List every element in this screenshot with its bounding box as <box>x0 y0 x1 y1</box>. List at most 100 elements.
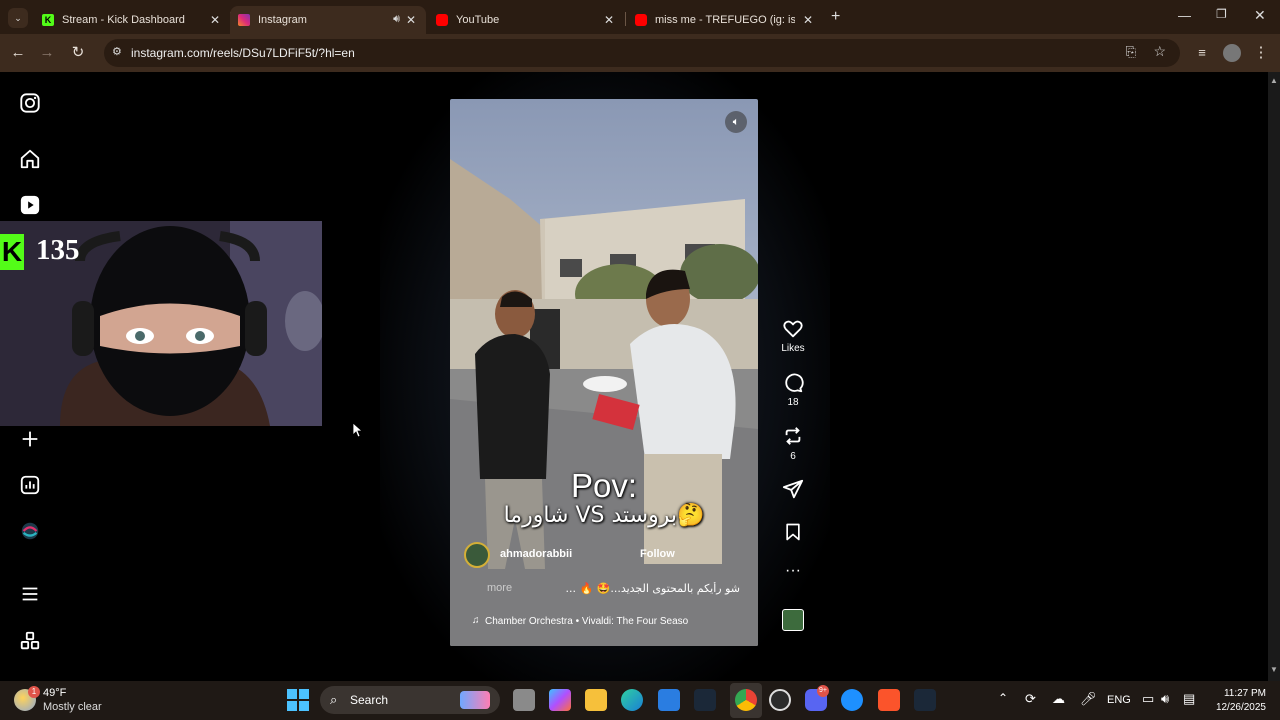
youtube-icon <box>635 14 647 26</box>
taskbar-search-box[interactable]: ⌕ Search <box>320 686 500 714</box>
mouse-cursor-icon <box>353 423 363 438</box>
windows-start-icon[interactable] <box>287 689 309 711</box>
scrollbar[interactable]: ▲ ▼ <box>1268 72 1280 681</box>
bookmark-star-icon[interactable]: ☆ <box>1153 43 1166 60</box>
tray-chevron-icon[interactable]: ⌃ <box>998 691 1008 705</box>
youtube-icon <box>436 14 448 26</box>
microphone-icon[interactable]: 🎤︎ <box>1080 691 1097 707</box>
webcam-overlay: K 135 <box>0 221 322 426</box>
close-icon[interactable]: ✕ <box>406 13 416 27</box>
reel-video-frame <box>450 99 758 646</box>
author-avatar[interactable] <box>464 542 490 568</box>
windows-taskbar: 1 49°F Mostly clear ⌕ Search 9+ ⌃ ⟳ ☁︎ 🎤… <box>0 681 1280 720</box>
app-blue-icon[interactable] <box>841 689 863 711</box>
browser-toolbar: ← → ↻ ⚙︎ instagram.com/reels/DSu7LDFiF5t… <box>0 34 1280 72</box>
tab-instagram[interactable]: Instagram 🔊︎ ✕ <box>230 6 426 34</box>
reel-caption-arabic: شاورما VS بروستد🤔 <box>503 503 705 528</box>
brave-icon[interactable] <box>878 689 900 711</box>
save-bookmark-icon[interactable] <box>783 522 803 542</box>
likes-label: Likes <box>781 343 805 354</box>
tab-miss-me[interactable]: miss me - TREFUEGO (ig: ismok ✕ <box>627 6 823 34</box>
kick-icon: K <box>42 14 54 26</box>
reposts-count: 6 <box>790 451 796 462</box>
forward-arrow-icon[interactable]: → <box>36 42 58 64</box>
music-note-icon: ♫ <box>472 615 480 626</box>
microsoft-store-icon[interactable] <box>658 689 680 711</box>
reel-caption-title: Pov: <box>570 467 638 504</box>
onedrive-icon[interactable]: ☁︎ <box>1052 691 1065 707</box>
reload-icon[interactable]: ↻ <box>67 42 89 64</box>
reels-icon[interactable] <box>19 194 41 216</box>
file-explorer-icon[interactable] <box>585 689 607 711</box>
search-icon: ⌕ <box>330 692 338 707</box>
reel-video[interactable]: 🔈︎ Pov: شاورما VS بروستد🤔 ahmadorabbii F… <box>450 99 758 646</box>
tab-youtube[interactable]: YouTube ✕ <box>428 6 624 34</box>
edge-icon[interactable] <box>621 689 643 711</box>
chrome-icon[interactable] <box>735 689 757 711</box>
clock-time[interactable]: 11:27 PM <box>1212 688 1266 699</box>
profile-avatar-icon[interactable] <box>19 520 41 542</box>
reel-audio-track[interactable]: Chamber Orchestra • Vivaldi: The Four Se… <box>485 616 688 627</box>
comment-icon[interactable] <box>782 372 804 394</box>
comments-count: 18 <box>787 397 799 408</box>
network-icon[interactable]: ▭ <box>1142 691 1154 707</box>
media-control-icon[interactable]: ≡ <box>1191 42 1213 64</box>
steam-icon[interactable] <box>694 689 716 711</box>
create-plus-icon[interactable] <box>19 428 41 450</box>
tab-title: Instagram <box>258 14 307 26</box>
home-icon[interactable] <box>19 148 41 170</box>
minimize-icon[interactable]: — <box>1178 8 1191 23</box>
menu-kebab-icon[interactable]: ⋮ <box>1250 42 1272 64</box>
back-arrow-icon[interactable]: ← <box>7 42 29 64</box>
sync-icon[interactable]: ⟳ <box>1025 691 1036 707</box>
close-icon[interactable]: ✕ <box>210 13 220 27</box>
reel-description: شو رأيكم بالمحتوى الجديد...🤩 🔥 ... <box>565 582 740 595</box>
also-from-meta-icon[interactable] <box>19 630 41 652</box>
more-menu-icon[interactable] <box>19 583 41 605</box>
author-username[interactable]: ahmadorabbii <box>500 548 572 560</box>
search-label: Search <box>350 693 389 707</box>
instagram-icon <box>238 14 250 26</box>
site-info-icon[interactable]: ⚙︎ <box>112 45 122 58</box>
tab-kick-dashboard[interactable]: K Stream - Kick Dashboard ✕ <box>34 6 230 34</box>
close-icon[interactable]: ✕ <box>803 13 813 27</box>
language-indicator[interactable]: ENG <box>1107 694 1131 706</box>
sound-toggle-icon[interactable]: 🔈︎ <box>725 111 747 133</box>
task-view-icon[interactable] <box>513 689 535 711</box>
browser-tab-strip: ⌄ K Stream - Kick Dashboard ✕ Instagram … <box>0 0 1280 34</box>
audio-thumbnail[interactable] <box>782 609 804 631</box>
more-link[interactable]: more <box>487 582 512 594</box>
clock-date[interactable]: 12/26/2025 <box>1206 702 1266 713</box>
address-bar[interactable]: ⚙︎ instagram.com/reels/DSu7LDFiF5t/?hl=e… <box>104 39 1180 67</box>
instagram-logo-icon[interactable] <box>19 92 41 114</box>
close-icon[interactable]: ✕ <box>604 13 614 27</box>
volume-icon[interactable]: 🔊︎ <box>1161 691 1169 707</box>
obs-icon[interactable] <box>769 689 791 711</box>
weather-temp[interactable]: 49°F <box>43 687 66 699</box>
insights-icon[interactable] <box>19 474 41 496</box>
more-options-icon[interactable]: ··· <box>778 563 808 579</box>
speaker-icon[interactable]: 🔊︎ <box>393 13 400 26</box>
tab-title: miss me - TREFUEGO (ig: ismok <box>655 14 795 26</box>
kick-logo-icon: K <box>0 234 24 270</box>
tab-title: Stream - Kick Dashboard <box>62 14 185 26</box>
restore-icon[interactable]: ❐ <box>1216 7 1227 21</box>
window-close-icon[interactable]: ✕ <box>1254 7 1266 24</box>
share-send-icon[interactable] <box>782 478 804 500</box>
profile-avatar[interactable] <box>1223 44 1241 62</box>
search-highlight-icon <box>460 691 490 709</box>
battery-icon[interactable]: ▤ <box>1183 691 1195 707</box>
tab-search-chevron-icon[interactable]: ⌄ <box>8 8 28 28</box>
tab-title: YouTube <box>456 14 500 26</box>
follow-button[interactable]: Follow <box>640 548 675 560</box>
kick-viewer-count: 135 <box>36 234 80 266</box>
heart-like-icon[interactable] <box>782 318 804 340</box>
new-tab-plus-icon[interactable]: + <box>831 8 840 26</box>
install-app-icon[interactable]: ⎘ <box>1126 44 1136 60</box>
weather-desc[interactable]: Mostly clear <box>43 701 102 713</box>
weather-badge: 1 <box>28 686 40 698</box>
repost-icon[interactable] <box>782 425 804 447</box>
url-text[interactable]: instagram.com/reels/DSu7LDFiF5t/?hl=en <box>131 46 355 60</box>
copilot-icon[interactable] <box>549 689 571 711</box>
steam-helper-icon[interactable] <box>914 689 936 711</box>
